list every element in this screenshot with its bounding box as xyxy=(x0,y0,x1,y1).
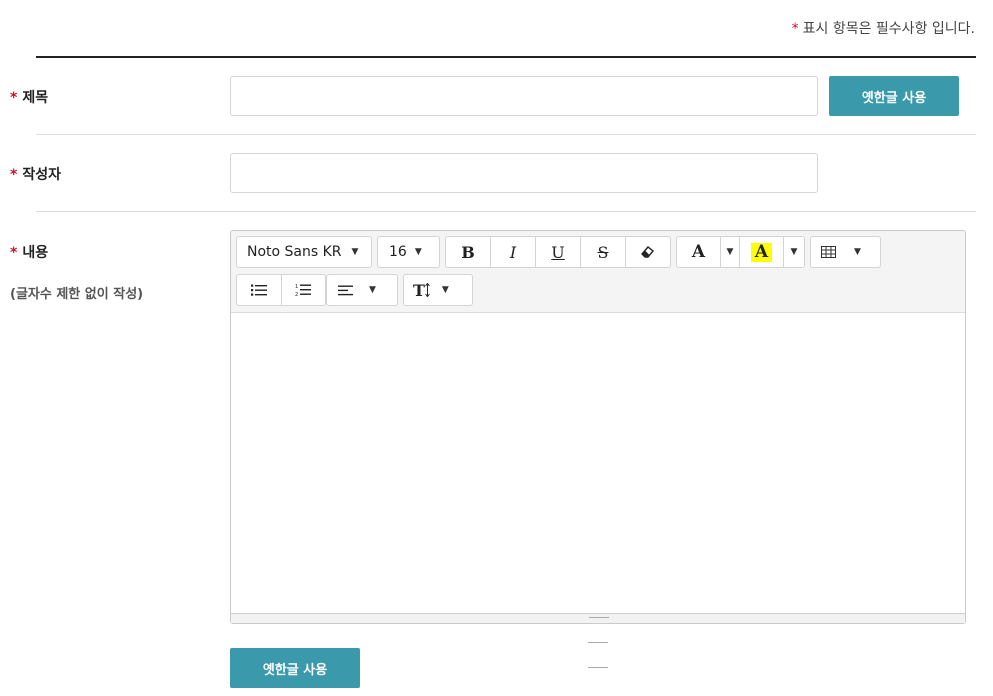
table-button[interactable]: ▼ xyxy=(811,237,880,267)
italic-button[interactable]: I xyxy=(491,237,536,267)
svg-text:1: 1 xyxy=(295,284,298,290)
caret-down-icon: ▼ xyxy=(726,247,734,257)
line-height-glyph: T xyxy=(413,280,425,300)
highlight-glyph: A xyxy=(750,242,773,262)
content-label: * 내용 xyxy=(10,242,48,262)
caret-down-icon: ▼ xyxy=(369,285,376,295)
required-notice-text: 표시 항목은 필수사항 입니다. xyxy=(802,21,975,37)
eraser-button[interactable] xyxy=(626,237,670,267)
editor-toolbar: Noto Sans KR ▼ 16 ▼ B I U S A ▼ A ▼ ▼ 1 … xyxy=(231,231,965,313)
font-color-dropdown[interactable]: ▼ xyxy=(721,237,740,267)
align-dropdown[interactable]: ▼ xyxy=(326,274,398,306)
line-height-dropdown[interactable]: T ▼ xyxy=(403,274,473,306)
underline-button[interactable]: U xyxy=(536,237,581,267)
font-family-value: Noto Sans KR xyxy=(247,244,342,260)
highlight-dropdown[interactable]: ▼ xyxy=(784,237,804,267)
title-input[interactable] xyxy=(230,76,818,116)
required-star: * xyxy=(791,21,799,37)
required-notice: * 표시 항목은 필수사항 입니다. xyxy=(792,18,975,38)
author-label-text: 작성자 xyxy=(22,167,61,183)
required-star: * xyxy=(10,167,18,183)
resize-grip-icon xyxy=(589,617,609,618)
bold-button[interactable]: B xyxy=(446,237,491,267)
unordered-list-icon xyxy=(250,284,267,296)
color-button-group: A ▼ A ▼ xyxy=(676,236,805,268)
ordered-list-button[interactable]: 12 xyxy=(282,275,326,305)
old-hangul-button[interactable]: 옛한글 사용 xyxy=(829,76,959,116)
editor-content-area[interactable] xyxy=(231,313,965,613)
font-size-button[interactable]: 16 ▼ xyxy=(378,237,439,267)
list-button-group: 12 xyxy=(236,274,326,306)
title-label-text: 제목 xyxy=(22,90,49,106)
font-color-button[interactable]: A xyxy=(677,237,721,267)
table-icon xyxy=(821,246,836,258)
eraser-icon xyxy=(641,246,655,258)
required-star: * xyxy=(10,245,18,261)
divider-dash xyxy=(588,642,608,643)
caret-down-icon: ▼ xyxy=(351,247,359,257)
divider-dash xyxy=(588,667,608,668)
caret-down-icon: ▼ xyxy=(790,247,798,257)
row-divider xyxy=(36,211,976,212)
caret-down-icon: ▼ xyxy=(414,247,422,257)
font-family-button[interactable]: Noto Sans KR ▼ xyxy=(237,237,371,267)
ordered-list-icon: 12 xyxy=(295,283,312,297)
row-divider xyxy=(36,134,976,135)
caret-down-icon: ▼ xyxy=(854,247,861,257)
old-hangul-bottom-button[interactable]: 옛한글 사용 xyxy=(230,648,360,688)
table-dropdown[interactable]: ▼ xyxy=(810,236,881,268)
line-height-button[interactable]: T ▼ xyxy=(404,275,472,305)
form-top-border xyxy=(36,56,976,58)
content-sublabel: (글자수 제한 없이 작성) xyxy=(10,287,144,302)
format-button-group: B I U S xyxy=(445,236,671,268)
font-size-value: 16 xyxy=(389,244,407,260)
required-star: * xyxy=(10,90,18,106)
align-left-icon xyxy=(338,285,353,296)
strikethrough-button[interactable]: S xyxy=(581,237,626,267)
highlight-button[interactable]: A xyxy=(740,237,784,267)
editor-resize-bar[interactable] xyxy=(231,613,965,623)
caret-down-icon: ▼ xyxy=(441,285,449,295)
line-height-icon: T xyxy=(413,281,430,300)
title-label: * 제목 xyxy=(10,87,48,107)
svg-text:2: 2 xyxy=(295,292,298,297)
font-size-dropdown[interactable]: 16 ▼ xyxy=(377,236,440,268)
author-input[interactable] xyxy=(230,153,818,193)
align-button[interactable]: ▼ xyxy=(327,275,397,305)
author-label: * 작성자 xyxy=(10,164,61,184)
font-family-dropdown[interactable]: Noto Sans KR ▼ xyxy=(236,236,372,268)
content-label-text: 내용 xyxy=(22,245,49,261)
rich-text-editor: Noto Sans KR ▼ 16 ▼ B I U S A ▼ A ▼ ▼ 1 … xyxy=(230,230,966,624)
unordered-list-button[interactable] xyxy=(237,275,282,305)
